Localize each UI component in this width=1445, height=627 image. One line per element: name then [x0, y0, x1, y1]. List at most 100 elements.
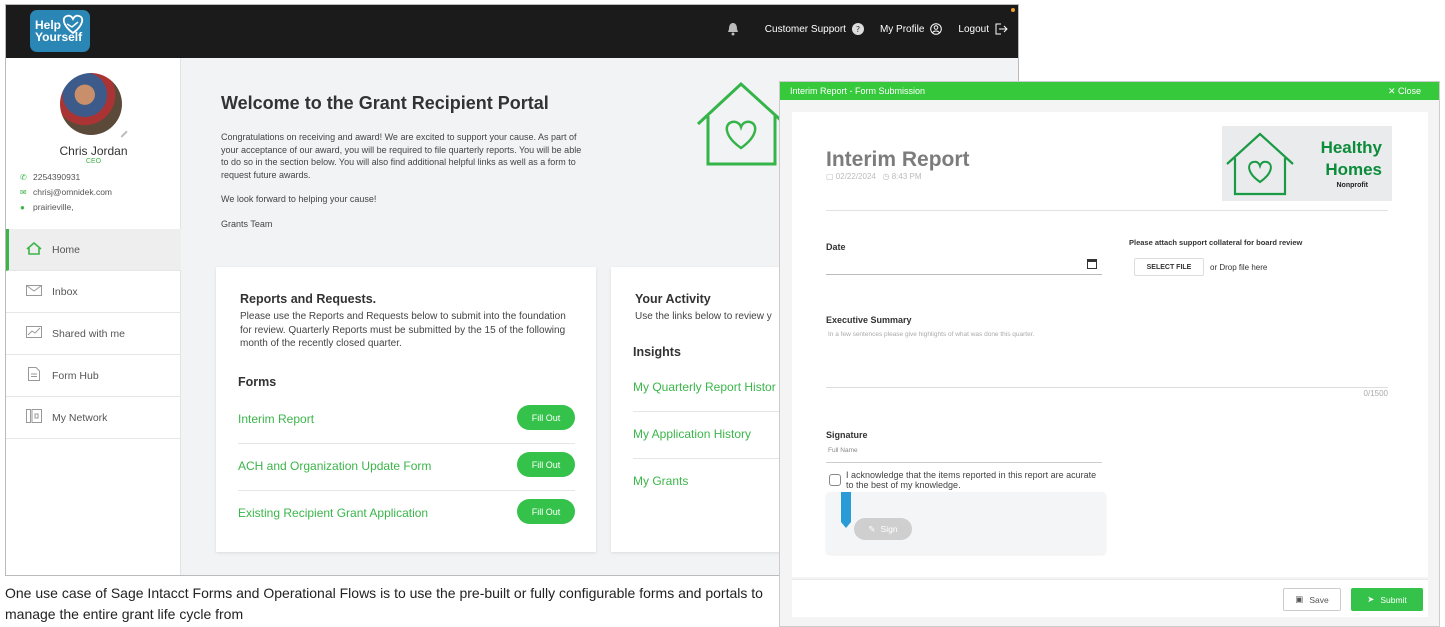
- chart-icon: [26, 326, 42, 341]
- user-email: ✉ chrisj@omnidek.com: [20, 187, 112, 197]
- report-meta: ▢ 02/22/2024 ◷ 8:43 PM: [826, 172, 922, 181]
- select-file-button[interactable]: SELECT FILE: [1134, 258, 1204, 276]
- save-icon: ▣: [1295, 594, 1304, 604]
- interim-report-modal: Interim Report - Form Submission ✕ Close…: [779, 81, 1440, 627]
- caption-text: One use case of Sage Intacct Forms and O…: [5, 585, 763, 622]
- signature-marker: [841, 492, 851, 528]
- sidebar-item-shared[interactable]: Shared with me: [6, 313, 181, 355]
- acknowledge-checkbox[interactable]: [829, 474, 841, 486]
- fill-out-button[interactable]: Fill Out: [517, 452, 575, 477]
- full-name-input[interactable]: Full Name: [828, 447, 858, 454]
- edit-pencil-icon[interactable]: [116, 126, 128, 138]
- phone-icon: ✆: [20, 172, 27, 182]
- page-title: Welcome to the Grant Recipient Portal: [221, 93, 549, 113]
- acknowledge-text: I acknowledge that the items reported in…: [846, 470, 1097, 490]
- date-input[interactable]: [826, 274, 1102, 275]
- user-role: CEO: [85, 158, 102, 165]
- sidebar-nav: Home Inbox Shared with me Form Hub My Ne…: [6, 229, 181, 439]
- forms-heading: Forms: [238, 375, 277, 389]
- healthy-homes-logo: Healthy Homes Nonprofit: [1222, 126, 1392, 201]
- attach-label: Please attach support collateral for boa…: [1129, 238, 1303, 247]
- home-icon: [26, 241, 42, 258]
- character-counter: 0/1500: [1363, 389, 1388, 398]
- avatar: [60, 73, 122, 135]
- logout-icon[interactable]: [995, 23, 1008, 35]
- my-profile-link[interactable]: My Profile: [880, 24, 924, 35]
- report-time: 8:43 PM: [891, 172, 922, 181]
- welcome-text: Congratulations on receiving and award! …: [221, 131, 586, 242]
- reports-description: Please use the Reports and Requests belo…: [240, 311, 566, 349]
- help-icon[interactable]: ?: [851, 23, 864, 35]
- sign-button[interactable]: ✎ Sign: [854, 518, 912, 540]
- top-nav: Customer Support ? My Profile Logout: [727, 22, 1008, 36]
- user-phone: ✆ 2254390931: [20, 172, 80, 182]
- logo-nonprofit: Nonprofit: [1336, 182, 1369, 189]
- calendar-icon[interactable]: [1087, 259, 1097, 269]
- user-circle-icon[interactable]: [930, 23, 943, 35]
- house-heart-icon: [696, 81, 787, 166]
- sidebar-item-my-network[interactable]: My Network: [6, 397, 181, 439]
- fill-out-button[interactable]: Fill Out: [517, 405, 575, 430]
- close-button[interactable]: ✕ Close: [1388, 86, 1421, 97]
- form-row: Interim Report Fill Out: [238, 397, 575, 444]
- sidebar-item-form-hub[interactable]: Form Hub: [6, 355, 181, 397]
- pen-icon: ✎: [868, 523, 876, 534]
- form-link-interim-report[interactable]: Interim Report: [238, 412, 314, 426]
- modal-footer: ▣ Save ➤ Submit: [792, 579, 1428, 617]
- house-heart-logo-icon: [1226, 132, 1294, 196]
- heart-hands-icon: [62, 14, 84, 35]
- welcome-signoff: Grants Team: [221, 218, 273, 229]
- form-link-ach-update[interactable]: ACH and Organization Update Form: [238, 459, 431, 473]
- sidebar-item-home[interactable]: Home: [6, 229, 181, 271]
- sidebar-item-label: Form Hub: [52, 369, 99, 382]
- date-label: Date: [826, 242, 846, 252]
- form-row: Existing Recipient Grant Application Fil…: [238, 491, 575, 538]
- welcome-paragraph-1: Congratulations on receiving and award! …: [221, 132, 582, 180]
- logout-link[interactable]: Logout: [958, 24, 989, 35]
- save-button[interactable]: ▣ Save: [1283, 588, 1341, 611]
- drop-file-zone[interactable]: or Drop file here: [1210, 263, 1267, 272]
- executive-summary-input[interactable]: In a few sentences please give highlight…: [828, 331, 1034, 338]
- help-yourself-logo[interactable]: Help Yourself: [30, 10, 90, 52]
- clock-icon: ◷: [882, 172, 890, 181]
- reports-card: Reports and Requests. Please use the Rep…: [216, 267, 596, 552]
- form-row: ACH and Organization Update Form Fill Ou…: [238, 444, 575, 491]
- top-bar: Help Yourself Customer Support ? My Prof…: [6, 5, 1018, 58]
- form-link-grant-application[interactable]: Existing Recipient Grant Application: [238, 506, 428, 520]
- modal-title: Interim Report - Form Submission: [790, 86, 926, 96]
- report-date: 02/22/2024: [835, 172, 876, 181]
- welcome-paragraph-2: We look forward to helping your cause!: [221, 194, 377, 204]
- network-icon: [26, 409, 42, 426]
- svg-text:?: ?: [856, 25, 860, 34]
- link-application-history[interactable]: My Application History: [633, 427, 751, 441]
- link-quarterly-report-history[interactable]: My Quarterly Report Histor: [633, 380, 776, 394]
- customer-support-link[interactable]: Customer Support: [765, 24, 846, 35]
- user-name: Chris Jordan: [59, 144, 128, 158]
- fill-out-button[interactable]: Fill Out: [517, 499, 575, 524]
- sidebar-item-label: Home: [52, 243, 81, 256]
- sidebar-item-label: Inbox: [52, 285, 78, 298]
- full-name-underline: [826, 462, 1102, 463]
- submit-button[interactable]: ➤ Submit: [1351, 588, 1423, 611]
- sidebar-item-inbox[interactable]: Inbox: [6, 271, 181, 313]
- save-button-label: Save: [1309, 594, 1329, 605]
- modal-header: Interim Report - Form Submission ✕ Close: [780, 82, 1439, 100]
- modal-body: Interim Report ▢ 02/22/2024 ◷ 8:43 PM He…: [792, 112, 1428, 577]
- bell-icon[interactable]: [727, 22, 739, 36]
- report-title: Interim Report: [826, 148, 970, 171]
- executive-summary-underline: [826, 387, 1388, 388]
- notification-dot: [1011, 8, 1015, 12]
- user-location-text: prairieville,: [33, 202, 74, 212]
- calendar-small-icon: ▢: [826, 172, 834, 181]
- mail-icon: [26, 284, 42, 299]
- sidebar-item-label: My Network: [52, 411, 108, 424]
- sign-button-label: Sign: [880, 524, 898, 534]
- executive-summary-label: Executive Summary: [826, 315, 912, 325]
- envelope-icon: ✉: [20, 187, 27, 197]
- signature-pad[interactable]: ✎ Sign: [826, 492, 1106, 554]
- reports-title: Reports and Requests.: [240, 292, 377, 306]
- activity-title: Your Activity: [635, 292, 711, 306]
- logo-homes: Homes: [1325, 160, 1382, 179]
- link-my-grants[interactable]: My Grants: [633, 474, 688, 488]
- location-pin-icon: ●: [20, 202, 25, 212]
